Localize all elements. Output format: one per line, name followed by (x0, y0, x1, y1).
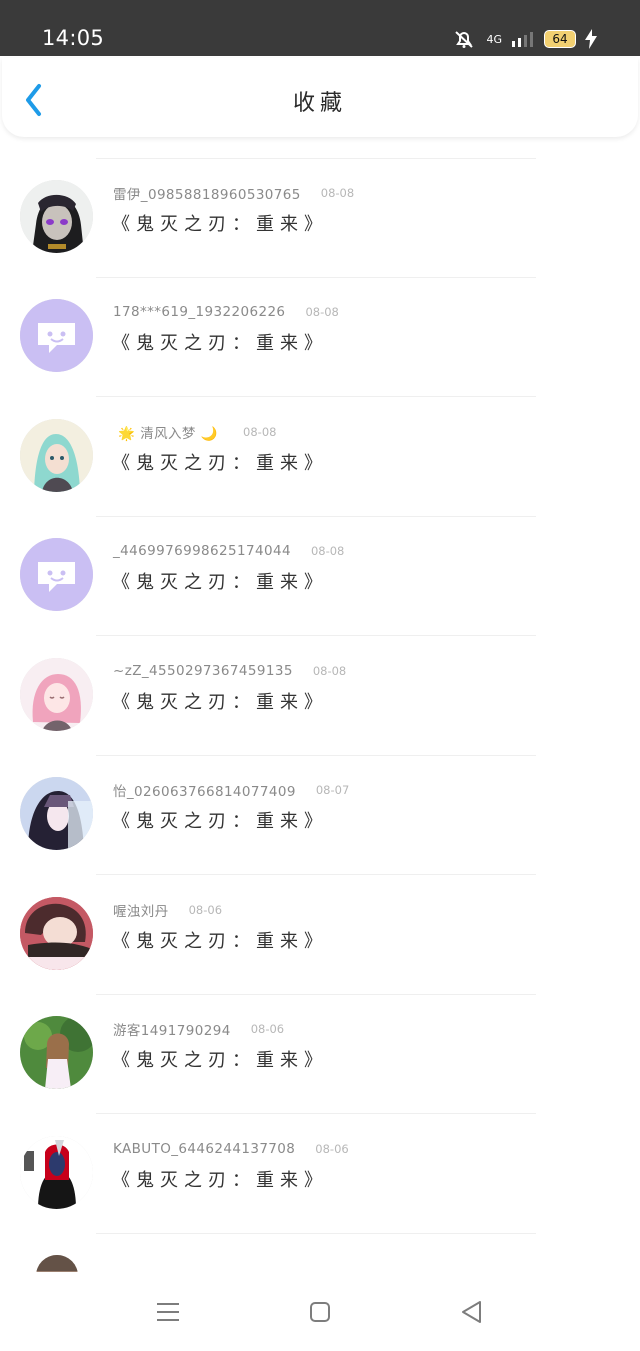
list-divider (96, 994, 536, 995)
username: _4469976998625174044 (113, 543, 291, 559)
favorite-date: 08-06 (188, 903, 223, 917)
network-type: 4G (486, 32, 502, 46)
battery-level: 64 (552, 32, 568, 46)
item-meta: ~zZ_4550297367459135 08-08 (113, 661, 346, 681)
list-divider (96, 755, 536, 756)
status-icons: 4G 64 (450, 25, 598, 53)
system-navigation-bar (0, 1272, 640, 1351)
moon-icon: 🌙 (200, 426, 219, 442)
signal-icon (512, 32, 533, 47)
status-time: 14:05 (42, 26, 105, 50)
item-meta: 游客1491790294 08-06 (113, 1019, 284, 1039)
list-divider (96, 516, 536, 517)
avatar (20, 897, 93, 970)
username: 🌟 清风入梦 🌙 (113, 422, 223, 442)
favorite-item[interactable]: _4469976998625174044 08-08 《鬼灭之刃：重来》 (0, 525, 640, 630)
item-meta: 🌟 清风入梦 🌙 08-08 (113, 422, 276, 442)
favorite-date: 08-06 (250, 1022, 285, 1036)
avatar (20, 777, 93, 850)
star-icon: 🌟 (118, 426, 136, 442)
status-bar: 14:05 4G 64 (0, 0, 640, 56)
back-navigation-button[interactable] (455, 1295, 489, 1329)
back-triangle-icon (462, 1301, 481, 1323)
favorite-date: 08-07 (315, 783, 350, 797)
favorite-item[interactable]: 怡_02606376681407740​9 08-07 《鬼灭之刃：重来》 (0, 764, 640, 869)
username: 游客1491790294 (113, 1023, 231, 1039)
mute-bell-icon (455, 31, 474, 48)
list-divider (96, 874, 536, 875)
avatar (20, 1016, 93, 1089)
username: 雷伊_09858818960530765 (113, 187, 301, 203)
username: 178***619_1932206226 (113, 304, 286, 320)
item-meta: KABUTO_6446244137708 08-06 (113, 1139, 349, 1159)
favorite-date: 08-06 (315, 1142, 349, 1156)
book-title[interactable]: 《鬼灭之刃：重来》 (112, 807, 328, 833)
favorite-date: 08-08 (243, 425, 277, 439)
username-text: 清风入梦 (140, 426, 196, 442)
username: 喔浊刘丹 (113, 904, 169, 920)
avatar (20, 658, 93, 731)
favorite-item[interactable]: 游客1491790294 08-06 《鬼灭之刃：重来》 (0, 1003, 640, 1108)
list-divider (96, 396, 536, 397)
favorite-date: 08-08 (320, 186, 355, 200)
top-header: 收藏 (2, 58, 638, 137)
book-title[interactable]: 《鬼灭之刃：重来》 (112, 927, 328, 953)
battery-indicator: 64 (544, 30, 576, 48)
username: KABUTO_6446244137708 (113, 1141, 296, 1157)
favorite-item[interactable]: KABUTO_6446244137708 08-06 《鬼灭之刃：重来》 (0, 1123, 640, 1228)
home-button[interactable] (303, 1295, 337, 1329)
list-divider (96, 277, 536, 278)
username: 怡_02606376681407740​9 (113, 784, 296, 800)
item-meta: 怡_02606376681407740​9 08-07 (113, 780, 349, 800)
book-title[interactable]: 《鬼灭之刃：重来》 (112, 1046, 328, 1072)
book-title[interactable]: 《鬼灭之刃：重来》 (112, 210, 328, 236)
item-meta: 喔浊刘丹 08-06 (113, 900, 222, 920)
item-meta: 178***619_1932206226 08-08 (113, 302, 339, 322)
favorite-date: 08-08 (305, 305, 339, 319)
avatar (20, 180, 93, 253)
book-title[interactable]: 《鬼灭之刃：重来》 (112, 688, 328, 714)
avatar (20, 419, 93, 492)
favorite-item[interactable]: ~zZ_4550297367459135 08-08 《鬼灭之刃：重来》 (0, 645, 640, 750)
favorite-item[interactable]: 🌟 清风入梦 🌙 08-08 《鬼灭之刃：重来》 (0, 406, 640, 511)
book-title[interactable]: 《鬼灭之刃：重来》 (112, 1166, 328, 1192)
list-divider (96, 1233, 536, 1234)
item-meta: _4469976998625174044 08-08 (113, 541, 344, 561)
list-divider (96, 158, 536, 159)
favorite-date: 08-08 (312, 664, 347, 678)
book-title[interactable]: 《鬼灭之刃：重来》 (112, 329, 328, 355)
list-divider (96, 635, 536, 636)
avatar (20, 299, 93, 372)
favorite-item[interactable]: 雷伊_09858818960530765 08-08 《鬼灭之刃：重来》 (0, 167, 640, 272)
charging-icon (585, 29, 597, 49)
avatar (20, 538, 93, 611)
menu-icon (157, 1303, 179, 1321)
item-meta: 雷伊_09858818960530765 08-08 (113, 183, 354, 203)
favorite-item[interactable]: 178***619_1932206226 08-08 《鬼灭之刃：重来》 (0, 286, 640, 391)
favorite-date: 08-08 (310, 544, 345, 558)
avatar (20, 1136, 93, 1209)
home-square-icon (310, 1302, 330, 1322)
book-title[interactable]: 《鬼灭之刃：重来》 (112, 568, 328, 594)
username: ~zZ_4550297367459135 (113, 663, 293, 679)
book-title[interactable]: 《鬼灭之刃：重来》 (112, 449, 328, 475)
favorite-item[interactable]: 喔浊刘丹 08-06 《鬼灭之刃：重来》 (0, 884, 640, 989)
list-divider (96, 1113, 536, 1114)
menu-button[interactable] (151, 1295, 185, 1329)
page-title: 收藏 (292, 91, 347, 116)
